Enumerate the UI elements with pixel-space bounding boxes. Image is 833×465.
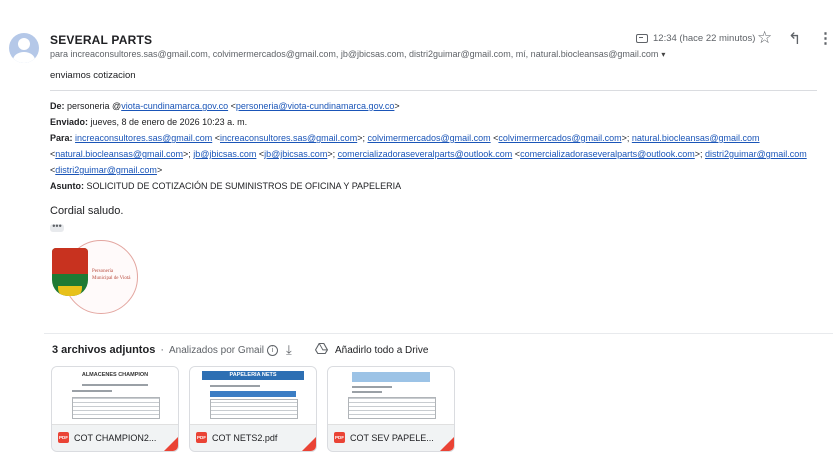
attachments-summary: 3 archivos adjuntos · Analizados por Gmail… <box>52 344 279 356</box>
reply-icon[interactable]: ↰ <box>788 29 801 49</box>
attachments-count: 3 archivos adjuntos <box>52 344 156 356</box>
pdf-icon: PDF <box>58 432 69 443</box>
attachment-footer: PDF COT CHAMPION2... <box>52 425 178 451</box>
subject-label: Asunto: <box>50 181 84 191</box>
star-icon[interactable]: ☆ <box>757 28 772 48</box>
attachment-thumbnail: PAPELERIA NETS <box>190 367 316 425</box>
to-address-link[interactable]: colvimermercados@gmail.com <box>498 133 621 143</box>
timestamp: 12:34 (hace 22 minutos) <box>636 33 755 44</box>
attachment-filename: COT NETS2.pdf <box>212 433 278 443</box>
recipients-line[interactable]: para increaconsultores.sas@gmail.com, co… <box>50 49 665 59</box>
subject-text: SOLICITUD DE COTIZACIÓN DE SUMINISTROS D… <box>86 181 402 191</box>
to-address-link[interactable]: colvimermercados@gmail.com <box>367 133 490 143</box>
add-all-to-drive-label[interactable]: Añadirlo todo a Drive <box>335 345 428 356</box>
from-name: personeria @viota-cundinamarca.gov.co <box>67 101 229 111</box>
personeria-logo: Personería Municipal de Viotá <box>52 240 138 314</box>
attachment-card[interactable]: PAPELERIA NETS PDF COT NETS2.pdf <box>189 366 317 452</box>
from-domain-link[interactable]: viota-cundinamarca.gov.co <box>121 101 228 111</box>
attachment-thumbnail <box>328 367 454 425</box>
to-address-link[interactable]: increaconsultores.sas@gmail.com <box>220 133 357 143</box>
to-address-link[interactable]: natural.biocleansas@gmail.com <box>55 149 183 159</box>
message-snippet: enviamos cotizacion <box>50 70 136 81</box>
scanned-by-gmail-label: Analizados por Gmail <box>168 345 265 356</box>
recipients-details-caret-icon[interactable]: ▾ <box>661 50 665 59</box>
from-email-link[interactable]: personeria@viota-cundinamarca.gov.co <box>236 101 395 111</box>
to-address-link[interactable]: natural.biocleansas@gmail.com <box>632 133 760 143</box>
pdf-corner-icon <box>164 437 178 451</box>
avatar-head-icon <box>18 38 30 50</box>
show-trimmed-content-button[interactable]: ••• <box>50 222 64 232</box>
pdf-corner-icon <box>302 437 316 451</box>
forward-sent-row: Enviado: jueves, 8 de enero de 2026 10:2… <box>50 114 825 130</box>
attachment-footer: PDF COT NETS2.pdf <box>190 425 316 451</box>
to-address-link[interactable]: distri2guimar@gmail.com <box>55 165 157 175</box>
attachment-thumbnail: ALMACENES CHAMPION <box>52 367 178 425</box>
pdf-icon: PDF <box>196 432 207 443</box>
sender-avatar[interactable] <box>9 33 39 63</box>
attachments-divider <box>44 333 833 334</box>
attachment-card[interactable]: PDF COT SEV PAPELE... <box>327 366 455 452</box>
to-address-link[interactable]: increaconsultores.sas@gmail.com <box>75 133 212 143</box>
attachment-filename: COT CHAMPION2... <box>74 433 157 443</box>
pdf-corner-icon <box>440 437 454 451</box>
attachment-footer: PDF COT SEV PAPELE... <box>328 425 454 451</box>
add-to-drive-icon[interactable] <box>315 343 328 354</box>
avatar-body-icon <box>13 52 35 63</box>
timestamp-text: 12:34 (hace 22 minutos) <box>653 33 756 44</box>
info-icon[interactable]: i <box>267 344 279 356</box>
header-divider <box>50 90 817 91</box>
sent-label: Enviado: <box>50 117 89 127</box>
sent-date: jueves, 8 de enero de 2026 10:23 a. m. <box>90 117 248 127</box>
to-address-link[interactable]: jb@jbicsas.com <box>264 149 327 159</box>
attachment-card[interactable]: ALMACENES CHAMPION PDF COT CHAMPION2... <box>51 366 179 452</box>
to-address-link[interactable]: comercializadoraseveralparts@outlook.com <box>520 149 695 159</box>
to-address-link[interactable]: jb@jbicsas.com <box>193 149 256 159</box>
more-options-icon[interactable]: ⋮ <box>818 29 833 47</box>
from-label: De: <box>50 101 65 111</box>
logo-text: Personería Municipal de Viotá <box>92 269 131 281</box>
forward-subject-row: Asunto: SOLICITUD DE COTIZACIÓN DE SUMIN… <box>50 178 825 194</box>
logo-shield-icon <box>52 248 88 296</box>
pdf-icon: PDF <box>334 432 345 443</box>
attachment-filename: COT SEV PAPELE... <box>350 433 434 443</box>
label-icon <box>636 33 648 43</box>
forward-from-row: De: personeria @viota-cundinamarca.gov.c… <box>50 101 400 111</box>
thumbnail-heading: ALMACENES CHAMPION <box>81 372 149 378</box>
sender-name[interactable]: SEVERAL PARTS <box>50 33 152 47</box>
download-all-icon[interactable]: ⤓ <box>286 342 292 358</box>
to-address-link[interactable]: comercializadoraseveralparts@outlook.com <box>338 149 513 159</box>
forward-to-row: Para: increaconsultores.sas@gmail.com <i… <box>50 133 807 175</box>
to-address-link[interactable]: distri2guimar@gmail.com <box>705 149 807 159</box>
to-label: Para: <box>50 133 73 143</box>
greeting-text: Cordial saludo. <box>50 205 124 217</box>
thumbnail-heading: PAPELERIA NETS <box>229 372 277 378</box>
recipients-text: para increaconsultores.sas@gmail.com, co… <box>50 49 659 59</box>
